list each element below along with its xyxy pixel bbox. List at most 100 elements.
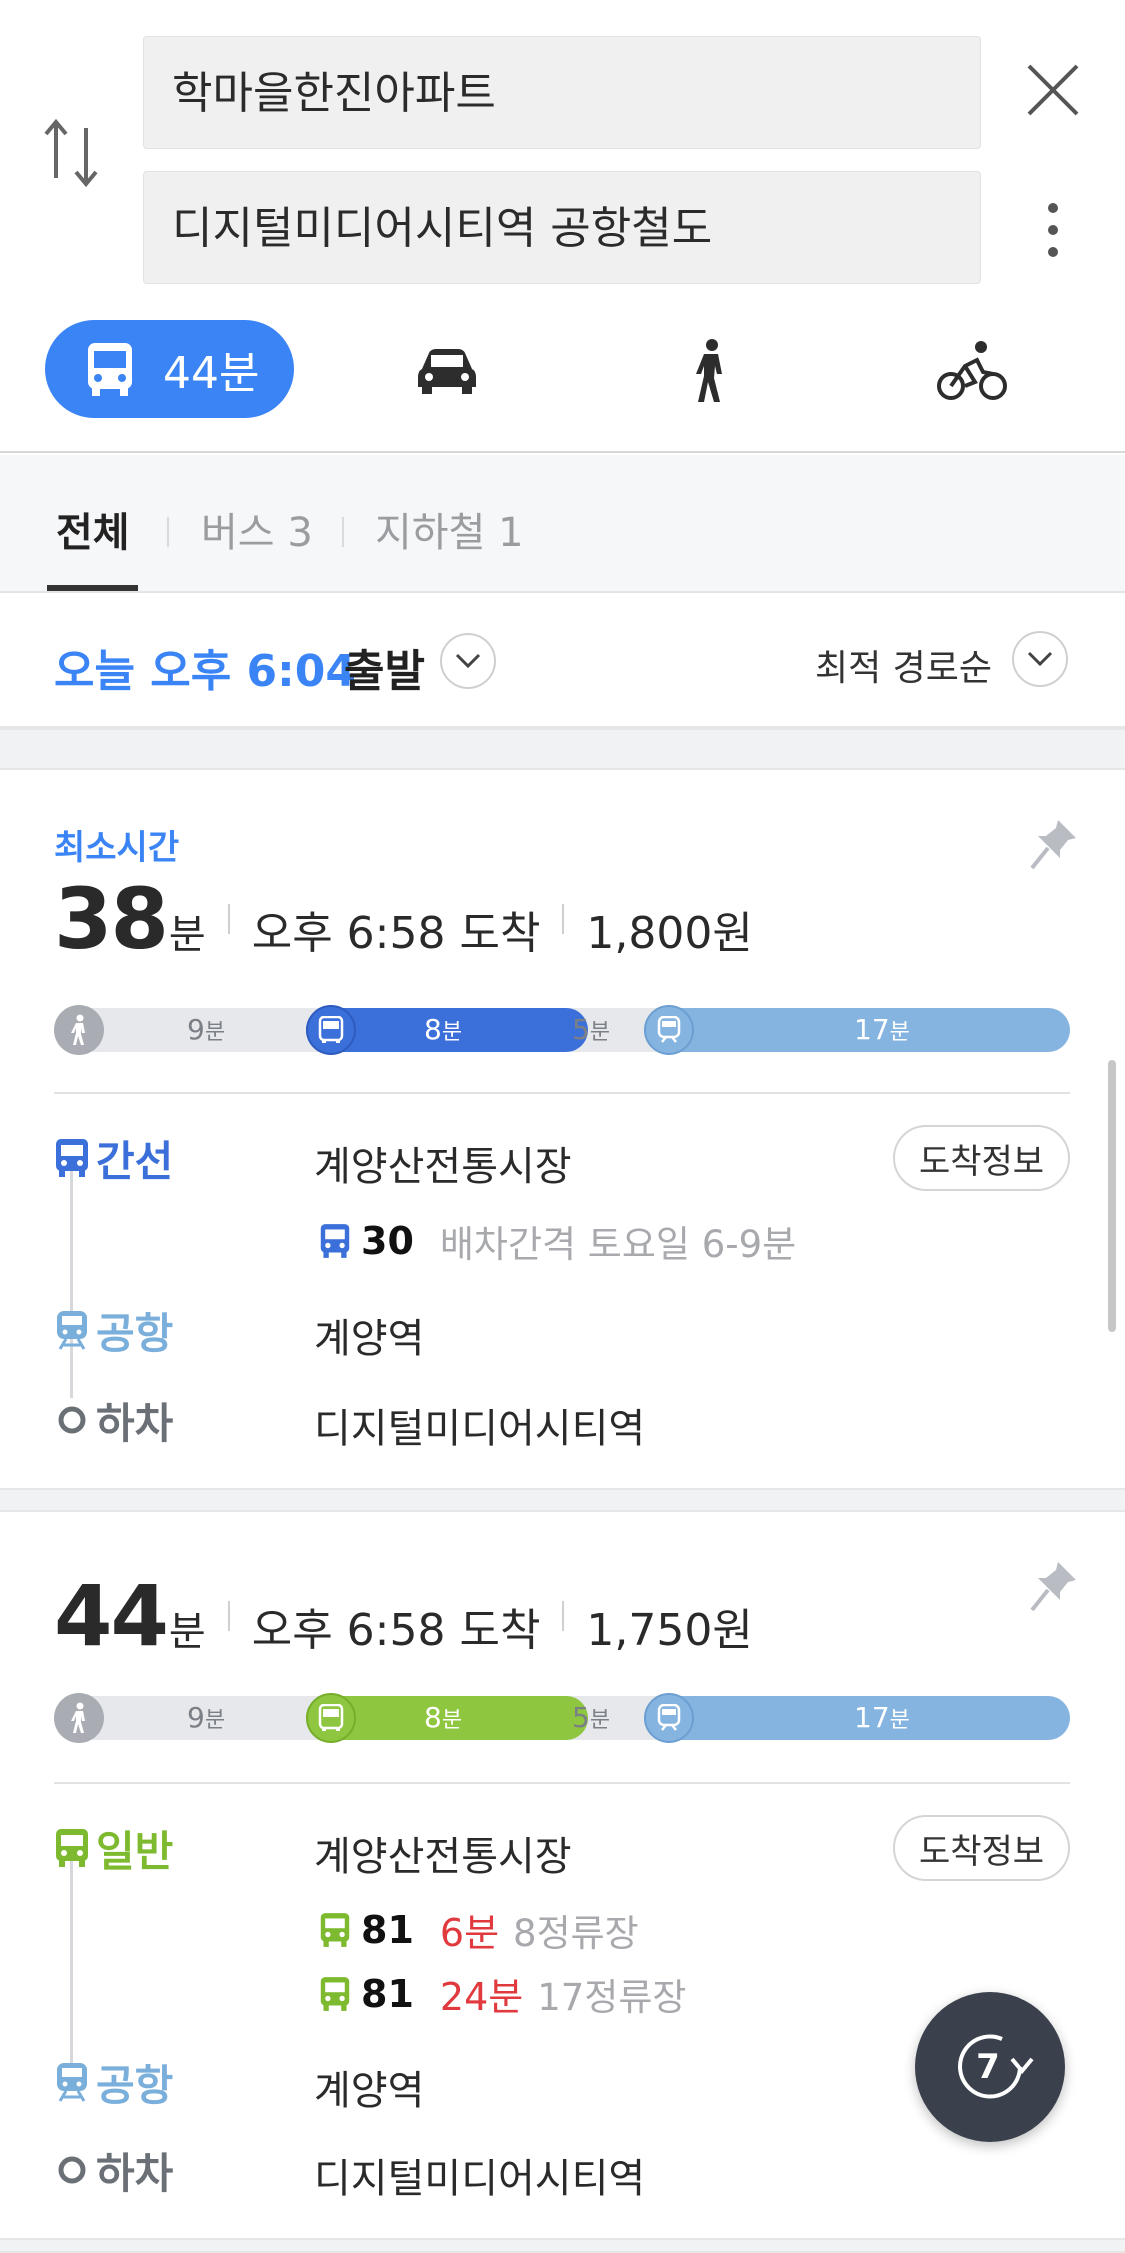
total-minutes: 44	[54, 1567, 169, 1665]
train-duration: 17분	[854, 1013, 910, 1046]
bus-route-line: 81 6분 8정류장	[319, 1902, 639, 1957]
sort-dropdown-button[interactable]	[1012, 631, 1068, 687]
mode-transit-duration: 44분	[163, 348, 260, 399]
departure-dropdown-button[interactable]	[440, 633, 496, 689]
train-duration: 17분	[854, 1701, 910, 1734]
walk-segment-icon	[54, 1693, 104, 1743]
route-summary: 38 분 오후 6:58 도착 1,800원	[54, 870, 753, 968]
walk-icon	[696, 339, 722, 402]
mode-transit-button[interactable]: 44분	[45, 320, 294, 418]
route-card[interactable]: 최소시간 38 분 오후 6:58 도착 1,800원 9분 8분 5분 17분…	[0, 770, 1125, 1488]
train-icon	[657, 1016, 681, 1043]
section-gap	[0, 2238, 1125, 2253]
route-vertical-line	[70, 1168, 73, 1398]
fastest-badge: 최소시간	[54, 828, 180, 868]
tab-separator	[167, 517, 169, 547]
sort-label[interactable]: 최적 경로순	[815, 639, 992, 691]
fare: 1,800원	[586, 908, 753, 959]
bus-icon	[320, 1224, 350, 1258]
departure-time[interactable]: 오늘 오후 6:04	[54, 635, 356, 699]
bus-icon	[320, 1976, 350, 2011]
separator	[227, 904, 230, 934]
divider	[54, 1092, 1070, 1094]
bus-icon	[88, 343, 132, 396]
bus-icon	[56, 1829, 88, 1867]
separator	[562, 1601, 565, 1631]
bus-icon	[318, 1704, 344, 1731]
separator	[562, 904, 565, 934]
train-segment-icon	[644, 1693, 694, 1743]
refresh-button[interactable]: 7	[915, 1992, 1065, 2142]
stop-name: 계양역	[314, 2068, 425, 2114]
divider	[54, 1782, 1070, 1784]
bus-icon	[318, 1016, 344, 1043]
route-timeline-bar: 9분 8분 5분 17분	[54, 1693, 1070, 1743]
separator	[227, 1601, 230, 1631]
swap-icon[interactable]	[42, 118, 100, 188]
train-icon	[57, 2063, 87, 2102]
scrollbar[interactable]	[1108, 1060, 1116, 1332]
stop-name: 계양역	[314, 1316, 425, 1362]
step-type-label: 공항	[96, 2060, 174, 2110]
bus-arrival-minutes: 24분	[439, 1975, 524, 2019]
departure-row: 오늘 오후 6:04 출발 최적 경로순	[0, 595, 1125, 728]
stop-name: 계양산전통시장	[314, 1834, 572, 1880]
train-icon	[657, 1704, 681, 1731]
minutes-unit: 분	[168, 912, 206, 958]
section-gap	[0, 1488, 1125, 1512]
walk-segment-icon	[54, 1005, 104, 1055]
mode-car-button[interactable]	[412, 336, 482, 406]
search-header: 학마을한진아파트 디지털미디어시티역 공항철도 44분	[0, 0, 1125, 453]
arrival-info-button[interactable]: 도착정보	[893, 1815, 1070, 1881]
pin-icon[interactable]	[1028, 1558, 1080, 1614]
bus-number: 30	[361, 1219, 414, 1263]
circle-marker-icon	[58, 2156, 86, 2184]
bus-stops-away: 8정류장	[513, 1911, 639, 1955]
step-type-label: 하차	[96, 1398, 174, 1448]
mode-walk-button[interactable]	[675, 336, 745, 406]
tab-bus[interactable]: 버스 3	[201, 500, 313, 558]
step-alight: 하차	[54, 2140, 173, 2200]
step-type-label: 일반	[96, 1826, 174, 1876]
bicycle-icon	[937, 341, 1007, 400]
origin-input[interactable]: 학마을한진아파트	[143, 36, 981, 149]
circle-marker-icon	[58, 1406, 86, 1434]
bus-duration: 8분	[424, 1013, 463, 1046]
more-options-icon[interactable]	[1040, 200, 1066, 260]
close-icon[interactable]	[1025, 62, 1081, 118]
bus-route-line: 30 배차간격 토요일 6-9분	[319, 1214, 796, 1268]
bus-segment-icon	[306, 1693, 356, 1743]
transport-mode-bar: 44분	[0, 318, 1125, 424]
bus-number: 81	[361, 1907, 414, 1952]
bus-number: 81	[361, 1971, 414, 2016]
bus-route-line: 81 24분 17정류장	[319, 1966, 686, 2021]
step-airport-transfer: 공항	[54, 2052, 173, 2112]
route-timeline-bar: 9분 8분 5분 17분	[54, 1005, 1070, 1055]
arrival-info-button[interactable]: 도착정보	[893, 1125, 1070, 1191]
route-summary: 44 분 오후 6:58 도착 1,750원	[54, 1567, 753, 1665]
step-type-label: 공항	[96, 1308, 174, 1358]
walk-icon	[71, 1702, 85, 1733]
active-tab-indicator	[47, 585, 138, 591]
refresh-count: 7	[976, 2047, 1000, 2087]
section-gap	[0, 728, 1125, 770]
stop-name: 디지털미디어시티역	[314, 2156, 646, 2202]
bus-icon	[56, 1139, 88, 1177]
arrival-time: 오후 6:58 도착	[251, 1605, 541, 1656]
pin-icon[interactable]	[1028, 816, 1080, 872]
stop-name: 계양산전통시장	[314, 1144, 572, 1190]
step-airport-transfer: 공항	[54, 1300, 173, 1360]
bus-duration: 8분	[424, 1701, 463, 1734]
walk-duration: 9분	[187, 1701, 226, 1734]
bus-segment-icon	[306, 1005, 356, 1055]
tab-all[interactable]: 전체	[56, 500, 130, 558]
stop-name: 디지털미디어시티역	[314, 1406, 646, 1452]
route-vertical-line	[70, 1858, 73, 2084]
train-icon	[57, 1311, 87, 1350]
step-type-label: 하차	[96, 2148, 174, 2198]
bus-stops-away: 17정류장	[537, 1975, 687, 2019]
mode-bicycle-button[interactable]	[937, 336, 1007, 406]
destination-input[interactable]: 디지털미디어시티역 공항철도	[143, 171, 981, 284]
tab-subway[interactable]: 지하철 1	[375, 500, 524, 558]
step-bus-board: 간선	[54, 1128, 173, 1188]
